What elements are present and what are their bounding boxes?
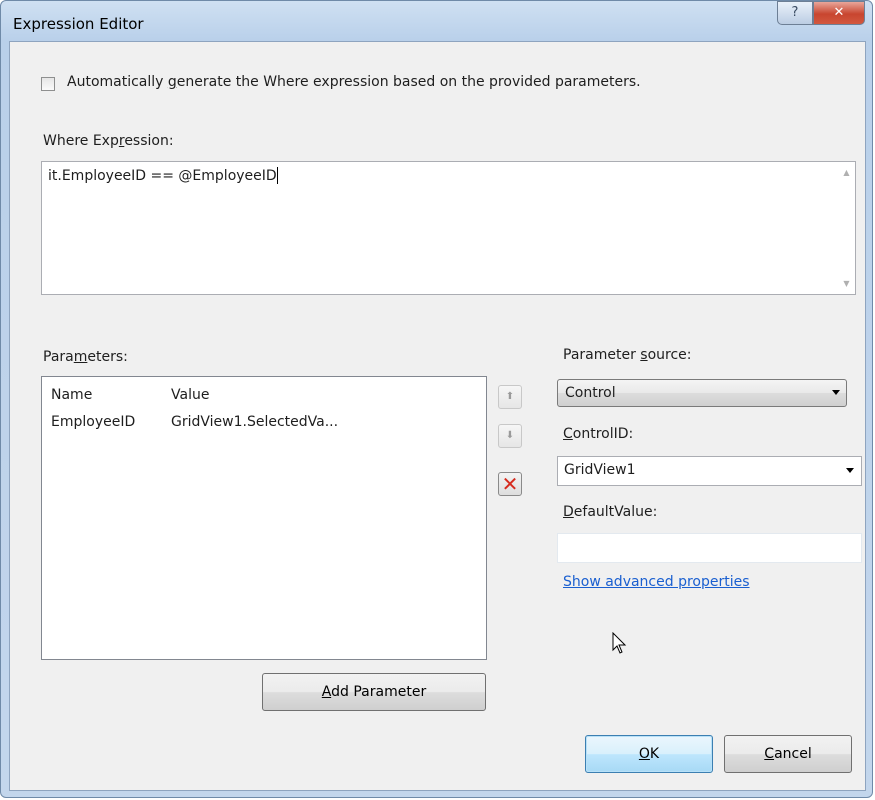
auto-generate-label[interactable]: Automatically generate the Where express… — [67, 74, 641, 90]
arrow-up-icon: ⬆ — [505, 391, 515, 402]
show-advanced-properties-link[interactable]: Show advanced properties — [563, 574, 750, 590]
delete-parameter-button[interactable]: ✕ — [498, 472, 522, 496]
param-value-cell: GridView1.SelectedVa... — [171, 414, 339, 430]
control-id-value: GridView1 — [564, 462, 636, 478]
parameters-list[interactable]: Name Value EmployeeID GridView1.Selected… — [41, 376, 487, 660]
dialog-body: Automatically generate the Where express… — [9, 41, 866, 791]
window-title: Expression Editor — [13, 15, 144, 33]
title-bar[interactable]: Expression Editor ? ✕ — [1, 1, 874, 45]
parameter-source-dropdown[interactable]: Control — [557, 379, 847, 407]
parameter-source-value: Control — [565, 385, 616, 401]
control-id-dropdown[interactable]: GridView1 — [557, 456, 862, 486]
move-up-button[interactable]: ⬆ — [498, 385, 522, 409]
scroll-up-arrow-icon[interactable]: ▲ — [838, 164, 855, 181]
help-button[interactable]: ? — [777, 1, 813, 25]
where-expression-label: Where Expression: — [43, 133, 174, 149]
where-expression-input[interactable]: it.EmployeeID == @EmployeeID ▲ ▼ — [41, 161, 856, 295]
scroll-down-arrow-icon[interactable]: ▼ — [838, 275, 855, 292]
parameters-label: Parameters: — [43, 349, 128, 365]
mouse-pointer-icon — [612, 632, 627, 654]
param-name-cell: EmployeeID — [51, 414, 136, 430]
close-button[interactable]: ✕ — [813, 1, 865, 25]
add-parameter-button[interactable]: Add Parameter — [262, 673, 486, 711]
table-row[interactable]: EmployeeID GridView1.SelectedVa... — [42, 413, 486, 437]
expression-editor-window: Expression Editor ? ✕ Automatically gene… — [0, 0, 873, 798]
auto-generate-checkbox[interactable] — [41, 77, 55, 91]
column-header-value[interactable]: Value — [171, 387, 209, 403]
default-value-label: DefaultValue: — [563, 504, 658, 520]
arrow-down-icon: ⬇ — [505, 430, 515, 441]
chevron-down-icon — [832, 390, 840, 395]
chevron-down-icon — [846, 468, 854, 473]
move-down-button[interactable]: ⬇ — [498, 424, 522, 448]
column-header-name[interactable]: Name — [51, 387, 92, 403]
where-expression-scrollbar[interactable]: ▲ ▼ — [838, 162, 855, 294]
ok-button[interactable]: OK — [585, 735, 713, 773]
delete-x-icon: ✕ — [501, 472, 519, 496]
cancel-button[interactable]: Cancel — [724, 735, 852, 773]
parameter-source-label: Parameter source: — [563, 347, 692, 363]
control-id-label: ControlID: — [563, 426, 634, 442]
close-icon: ✕ — [833, 5, 845, 20]
where-expression-text: it.EmployeeID == @EmployeeID — [48, 168, 277, 184]
default-value-input[interactable] — [557, 533, 862, 563]
help-icon: ? — [791, 5, 799, 20]
